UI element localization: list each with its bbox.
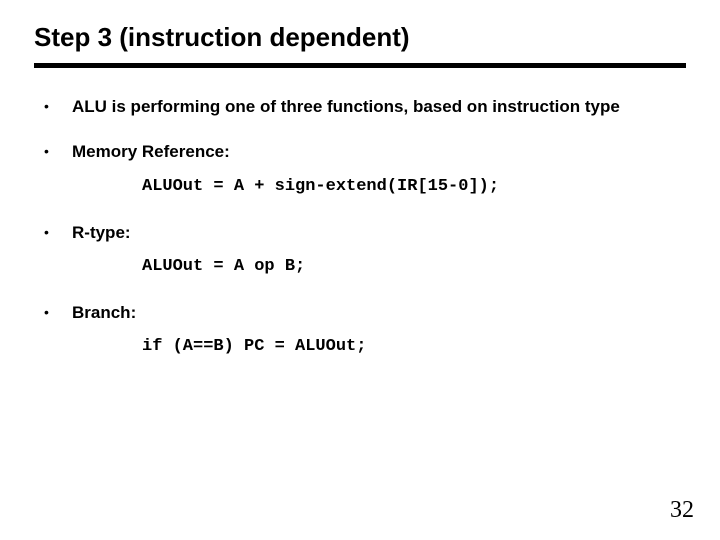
bullet-rtype-code: ALUOut = A op B;	[142, 257, 686, 276]
bullet-rtype: R-type: ALUOut = A op B;	[34, 222, 686, 276]
slide: Step 3 (instruction dependent) ALU is pe…	[0, 0, 720, 540]
bullet-list: ALU is performing one of three functions…	[34, 96, 686, 356]
bullet-branch-label: Branch:	[72, 302, 686, 323]
title-rule	[34, 63, 686, 68]
bullet-intro-text: ALU is performing one of three functions…	[72, 96, 686, 117]
bullet-branch: Branch: if (A==B) PC = ALUOut;	[34, 302, 686, 356]
bullet-memref: Memory Reference: ALUOut = A + sign-exte…	[34, 141, 686, 195]
page-number: 32	[670, 497, 694, 524]
bullet-rtype-label: R-type:	[72, 222, 686, 243]
bullet-branch-code: if (A==B) PC = ALUOut;	[142, 337, 686, 356]
bullet-memref-code: ALUOut = A + sign-extend(IR[15-0]);	[142, 177, 686, 196]
slide-title: Step 3 (instruction dependent)	[34, 22, 686, 53]
bullet-intro: ALU is performing one of three functions…	[34, 96, 686, 117]
bullet-memref-label: Memory Reference:	[72, 141, 686, 162]
